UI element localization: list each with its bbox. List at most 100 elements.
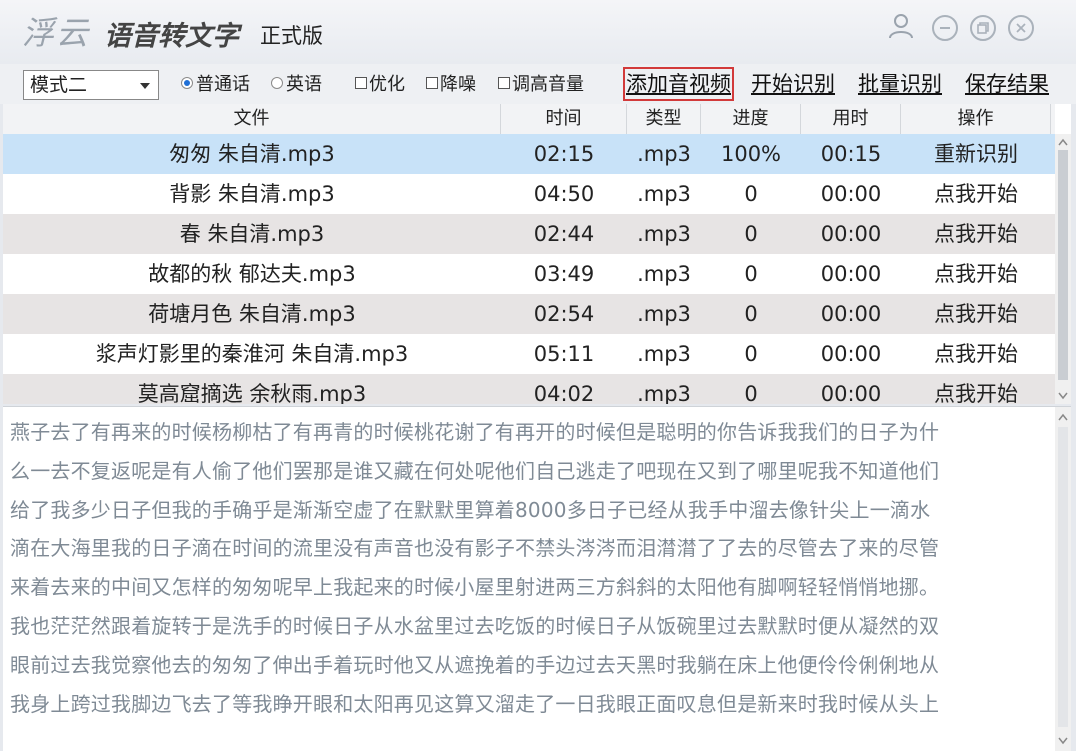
scroll-down-icon[interactable] [1058, 392, 1068, 400]
checkbox-optimize[interactable]: 优化 [355, 74, 405, 96]
app-logo: 浮云 [22, 14, 91, 52]
column-header-file[interactable]: 文件 [3, 104, 501, 134]
action-link[interactable]: 重新识别 [901, 134, 1051, 174]
elapsed-cell: 00:00 [820, 182, 882, 206]
file-name-cell: 浆声灯影里的秦淮河 朱自清.mp3 [95, 342, 409, 366]
duration-cell: 04:02 [533, 382, 595, 404]
file-table: 文件 时间 类型 进度 用时 操作 匆匆 朱自清.mp3 02:15 .mp3 100… [3, 104, 1071, 404]
checkbox-denoise[interactable]: 降噪 [426, 74, 476, 96]
type-cell: .mp3 [637, 262, 691, 286]
edition-label: 正式版 [260, 24, 323, 48]
progress-cell: 0 [744, 342, 758, 366]
file-name-cell: 春 朱自清.mp3 [179, 222, 325, 246]
app-title: 语音转文字 [104, 21, 239, 52]
result-text-line: 给了我多少日子但我的手确乎是渐渐空虚了在默默里算着8000多日子已经从我手中溜去… [10, 497, 931, 522]
progress-cell: 0 [744, 302, 758, 326]
elapsed-cell: 00:15 [820, 142, 882, 166]
progress-cell: 0 [744, 222, 758, 246]
column-header-elapsed[interactable]: 用时 [801, 104, 901, 134]
scroll-up-icon[interactable] [1058, 413, 1068, 421]
duration-cell: 02:54 [533, 302, 595, 326]
elapsed-cell: 00:00 [820, 222, 882, 246]
dropdown-arrow-icon [140, 83, 150, 89]
batch-recognition-link[interactable]: 批量识别 [858, 70, 942, 98]
table-header: 文件 时间 类型 进度 用时 操作 [3, 104, 1055, 135]
action-link[interactable]: 点我开始 [901, 214, 1051, 254]
checkbox-box [426, 77, 438, 89]
radio-english[interactable]: 英语 [271, 74, 322, 96]
minimize-icon[interactable] [932, 15, 958, 41]
elapsed-cell: 00:00 [820, 262, 882, 286]
progress-cell: 0 [744, 382, 758, 404]
elapsed-cell: 00:00 [820, 302, 882, 326]
scroll-down-icon[interactable] [1058, 737, 1068, 745]
table-scrollbar[interactable] [1055, 134, 1071, 404]
checkbox-box [355, 77, 367, 89]
close-icon[interactable] [1008, 15, 1034, 41]
result-text-line: 滴在大海里我的日子滴在时间的流里没有声音也没有影子不禁头涔涔而泪潸潸了了去的尽管… [10, 536, 940, 561]
file-name-cell: 故都的秋 郁达夫.mp3 [148, 262, 356, 286]
text-scrollbar[interactable] [1055, 407, 1071, 751]
title-bar: 浮云 语音转文字 正式版 [0, 0, 1076, 64]
action-link[interactable]: 点我开始 [901, 174, 1051, 214]
table-row[interactable]: 故都的秋 郁达夫.mp3 03:49 .mp3 0 00:00 点我开始 [3, 254, 1055, 294]
table-scroll-thumb[interactable] [1058, 150, 1068, 380]
checkbox-optimize-label: 优化 [369, 74, 405, 95]
elapsed-cell: 00:00 [820, 342, 882, 366]
result-text-line: 来着去来的中间又怎样的匆匆呢早上我起来的时候小屋里射进两三方斜斜的太阳他有脚啊轻… [10, 575, 940, 600]
table-row[interactable]: 荷塘月色 朱自清.mp3 02:54 .mp3 0 00:00 点我开始 [3, 294, 1055, 334]
duration-cell: 02:44 [533, 222, 595, 246]
start-recognition-link[interactable]: 开始识别 [751, 70, 835, 98]
action-link[interactable]: 点我开始 [901, 334, 1051, 374]
table-row[interactable]: 春 朱自清.mp3 02:44 .mp3 0 00:00 点我开始 [3, 214, 1055, 254]
column-header-time[interactable]: 时间 [501, 104, 627, 134]
progress-cell: 0 [744, 262, 758, 286]
text-scroll-thumb[interactable] [1058, 427, 1068, 727]
duration-cell: 04:50 [533, 182, 595, 206]
mode-select[interactable]: 模式二 [23, 70, 159, 100]
action-link[interactable]: 点我开始 [901, 254, 1051, 294]
duration-cell: 05:11 [533, 342, 595, 366]
type-cell: .mp3 [637, 182, 691, 206]
action-link[interactable]: 点我开始 [901, 374, 1051, 404]
result-text-panel[interactable]: 燕子去了有再来的时候杨柳枯了有再青的时候桃花谢了有再开的时候但是聪明的你告诉我我… [3, 406, 1071, 751]
restore-icon[interactable] [970, 15, 996, 41]
user-icon[interactable] [888, 12, 914, 39]
radio-mandarin[interactable]: 普通话 [181, 74, 250, 96]
toolbar: 模式二 普通话 英语 优化 降噪 调高音量 添加音视频 开始识别 批量识别 保存… [0, 64, 1076, 104]
type-cell: .mp3 [637, 382, 691, 404]
duration-cell: 02:15 [533, 142, 595, 166]
type-cell: .mp3 [637, 342, 691, 366]
radio-mandarin-label: 普通话 [196, 74, 250, 95]
result-text[interactable]: 燕子去了有再来的时候杨柳枯了有再青的时候桃花谢了有再开的时候但是聪明的你告诉我我… [10, 413, 1045, 723]
file-name-cell: 莫高窟摘选 余秋雨.mp3 [137, 382, 367, 404]
save-result-link[interactable]: 保存结果 [965, 70, 1049, 98]
result-text-line: 么一去不复返呢是有人偷了他们罢那是谁又藏在何处呢他们自己逃走了吧现在又到了哪里呢… [10, 458, 940, 483]
duration-cell: 03:49 [533, 262, 595, 286]
checkbox-denoise-label: 降噪 [440, 74, 476, 95]
scroll-up-icon[interactable] [1058, 138, 1068, 146]
type-cell: .mp3 [637, 142, 691, 166]
file-name-cell: 背影 朱自清.mp3 [169, 182, 335, 206]
action-link[interactable]: 点我开始 [901, 294, 1051, 334]
add-media-link[interactable]: 添加音视频 [623, 67, 734, 101]
checkbox-boost-volume-label: 调高音量 [512, 74, 584, 95]
elapsed-cell: 00:00 [820, 382, 882, 404]
column-header-type[interactable]: 类型 [627, 104, 701, 134]
file-name-cell: 荷塘月色 朱自清.mp3 [148, 302, 356, 326]
progress-cell: 100% [720, 142, 782, 166]
table-row[interactable]: 莫高窟摘选 余秋雨.mp3 04:02 .mp3 0 00:00 点我开始 [3, 374, 1055, 404]
result-text-line: 我身上跨过我脚边飞去了等我睁开眼和太阳再见这算又溜走了一日我眼正面叹息但是新来时… [10, 691, 940, 716]
table-row[interactable]: 匆匆 朱自清.mp3 02:15 .mp3 100% 00:15 重新识别 [3, 134, 1055, 174]
checkbox-box [498, 77, 510, 89]
checkbox-boost-volume[interactable]: 调高音量 [498, 74, 584, 96]
table-row[interactable]: 背影 朱自清.mp3 04:50 .mp3 0 00:00 点我开始 [3, 174, 1055, 214]
radio-indicator-selected [181, 77, 193, 89]
table-row[interactable]: 浆声灯影里的秦淮河 朱自清.mp3 05:11 .mp3 0 00:00 点我开始 [3, 334, 1055, 374]
mode-select-value: 模式二 [30, 74, 88, 96]
result-text-line: 燕子去了有再来的时候杨柳枯了有再青的时候桃花谢了有再开的时候但是聪明的你告诉我我… [10, 420, 940, 444]
progress-cell: 0 [744, 182, 758, 206]
column-header-progress[interactable]: 进度 [701, 104, 801, 134]
column-header-action[interactable]: 操作 [901, 104, 1051, 134]
radio-english-label: 英语 [286, 74, 322, 95]
